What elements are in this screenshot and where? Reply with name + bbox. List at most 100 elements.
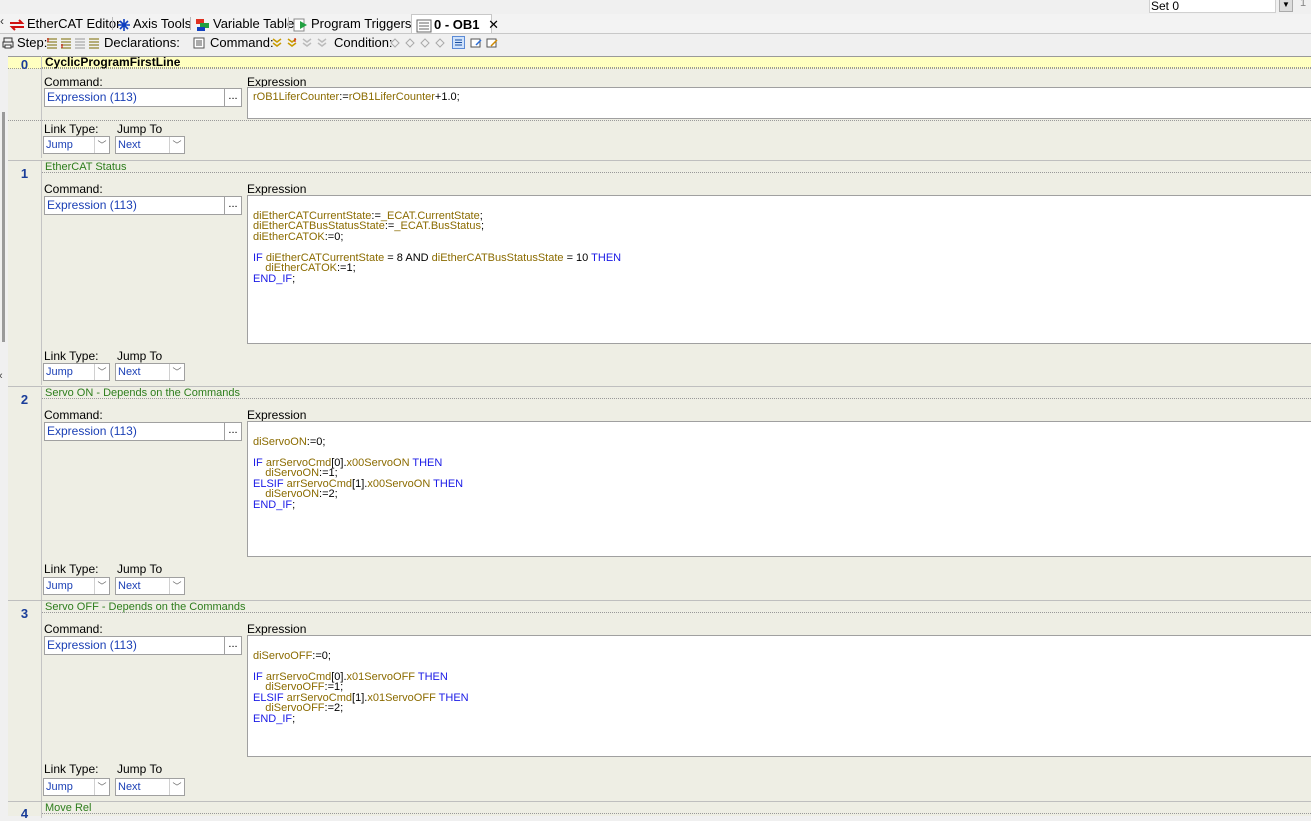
chevron-down-icon: ﹀ — [169, 779, 184, 795]
expression-label: Expression — [247, 182, 307, 196]
link-type-value: Jump — [46, 139, 73, 151]
insert-step-after-icon[interactable] — [60, 37, 72, 49]
command-browse-button[interactable]: ... — [224, 88, 242, 107]
link-type-select[interactable]: Jump ﹀ — [43, 363, 110, 381]
code-line: diServoOFF:=0; — [253, 649, 1311, 662]
command-field[interactable]: Expression (113) — [44, 422, 227, 441]
code-token: x00ServoON — [367, 477, 431, 490]
step-name[interactable]: CyclicProgramFirstLine — [42, 56, 1311, 68]
tab-axis-tools[interactable]: Axis Tools — [117, 14, 191, 33]
command-browse-button[interactable]: ... — [224, 196, 242, 215]
close-tab-icon[interactable]: ✕ — [488, 17, 499, 32]
tab-variable-table[interactable]: Variable Table — [195, 14, 294, 33]
link-type-value: Jump — [46, 366, 73, 378]
declarations-icon[interactable] — [193, 37, 205, 49]
tab-scroll-left-icon[interactable]: ‹ — [0, 14, 4, 28]
jump-to-select[interactable]: Next ﹀ — [115, 577, 185, 595]
code-token: +1.0; — [434, 91, 460, 103]
code-token: ; — [292, 272, 296, 285]
code-line: END_IF; — [253, 272, 1311, 285]
step-name[interactable]: EtherCAT Status — [42, 161, 1311, 173]
jump-to-select[interactable]: Next ﹀ — [115, 136, 185, 154]
edit-properties-icon[interactable] — [470, 37, 482, 49]
jump-to-label: Jump To — [117, 349, 163, 363]
edit-comment-icon[interactable] — [486, 37, 498, 49]
jump-to-select[interactable]: Next ﹀ — [115, 778, 185, 796]
step-name[interactable]: Move Rel — [42, 802, 1311, 814]
delete-step-icon[interactable] — [88, 37, 100, 49]
set-selector[interactable]: Set 0 — [1149, 0, 1276, 13]
jump-to-value: Next — [118, 781, 141, 793]
chevron-down-icon: ﹀ — [94, 137, 109, 153]
print-icon[interactable] — [2, 37, 14, 49]
expression-editor[interactable]: rOB1LiferCounter:=rOB1LiferCounter+1.0; — [247, 87, 1311, 119]
step-name[interactable]: Servo ON - Depends on the Commands — [42, 387, 1311, 399]
code-token: THEN — [409, 456, 443, 469]
toggle-view-icon[interactable] — [452, 36, 465, 49]
command-field[interactable]: Expression (113) — [44, 636, 227, 655]
command-field[interactable]: Expression (113) — [44, 88, 227, 107]
code-token: THEN — [591, 251, 622, 264]
condition-move-icon[interactable] — [419, 37, 431, 49]
tab-separator — [112, 17, 113, 30]
link-type-label: Link Type: — [44, 762, 99, 776]
ethercat-icon — [9, 18, 25, 31]
expression-editor[interactable]: diServoON:=0; IF arrServoCmd[0].x00ServoO… — [247, 421, 1311, 557]
insert-step-before-icon[interactable] — [46, 37, 58, 49]
code-token: ; — [480, 220, 485, 232]
tab-label: Variable Table — [213, 16, 295, 31]
link-type-select[interactable]: Jump ﹀ — [43, 778, 110, 796]
link-type-select[interactable]: Jump ﹀ — [43, 136, 110, 154]
step-2: 2 Servo ON - Depends on the Commands Com… — [8, 386, 1311, 600]
chevron-down-icon: ﹀ — [94, 779, 109, 795]
condition-delete-icon[interactable] — [434, 37, 446, 49]
command-move-icon[interactable] — [301, 37, 313, 49]
code-token: rOB1LiferCounter — [348, 91, 435, 103]
move-step-icon[interactable] — [74, 37, 86, 49]
code-line: IF diEtherCATCurrentState = 8 AND diEthe… — [253, 251, 1311, 264]
step-name[interactable]: Servo OFF - Depends on the Commands — [42, 601, 1311, 613]
tab-ethercat-editor[interactable]: EtherCAT Editor — [9, 14, 120, 33]
jump-to-select[interactable]: Next ﹀ — [115, 363, 185, 381]
step-number: 0 — [20, 57, 29, 72]
code-token: THEN — [415, 670, 448, 683]
tab-program-triggers[interactable]: Program Triggers — [293, 14, 411, 33]
step-0: 0 CyclicProgramFirstLine Command: Expres… — [8, 56, 1311, 158]
link-type-value: Jump — [46, 781, 73, 793]
code-token: diServoOFF — [253, 649, 313, 662]
code-token: _ECAT.BusStatus — [394, 220, 481, 232]
set-dropdown-button[interactable]: ▼ — [1279, 0, 1293, 12]
command-add-icon[interactable] — [271, 37, 283, 49]
code-token: :=0; — [306, 435, 326, 448]
expression-editor[interactable]: diServoOFF:=0; IF arrServoCmd[0].x01Servo… — [247, 635, 1311, 757]
code-line: diServoON:=0; — [253, 435, 1311, 448]
code-token: END_IF — [253, 272, 293, 285]
link-type-select[interactable]: Jump ﹀ — [43, 577, 110, 595]
code-token: :=0; — [324, 230, 344, 243]
command-label: Command: — [44, 182, 103, 196]
code-line: diEtherCATOK:=1; — [253, 263, 1311, 274]
chevron-down-icon: ﹀ — [169, 578, 184, 594]
tab-label: 0 - OB1 — [434, 17, 480, 32]
command-insert-icon[interactable] — [286, 37, 298, 49]
command-browse-button[interactable]: ... — [224, 636, 242, 655]
code-line: ELSIF arrServoCmd[1].x01ServoOFF THEN — [253, 692, 1311, 703]
command-delete-icon[interactable] — [316, 37, 328, 49]
jump-to-value: Next — [118, 139, 141, 151]
left-scrollbar[interactable] — [2, 112, 5, 342]
command-browse-button[interactable]: ... — [224, 422, 242, 441]
condition-add-icon[interactable] — [389, 37, 401, 49]
tab-separator — [190, 17, 191, 30]
command-field[interactable]: Expression (113) — [44, 196, 227, 215]
collapse-left-icon[interactable]: ‹ — [0, 370, 3, 382]
link-type-label: Link Type: — [44, 562, 99, 576]
condition-insert-icon[interactable] — [404, 37, 416, 49]
column-divider — [41, 601, 42, 801]
tab-ob1[interactable]: 0 - OB1 ✕ — [411, 14, 499, 33]
set-counter: 1 — [1300, 0, 1307, 9]
command-label: Command: — [44, 408, 103, 422]
condition-toolbar-label: Condition: — [334, 35, 393, 50]
expression-editor[interactable]: diEtherCATCurrentState:=_ECAT.CurrentSta… — [247, 195, 1311, 344]
link-type-value: Jump — [46, 580, 73, 592]
tab-label: EtherCAT Editor — [27, 16, 121, 31]
